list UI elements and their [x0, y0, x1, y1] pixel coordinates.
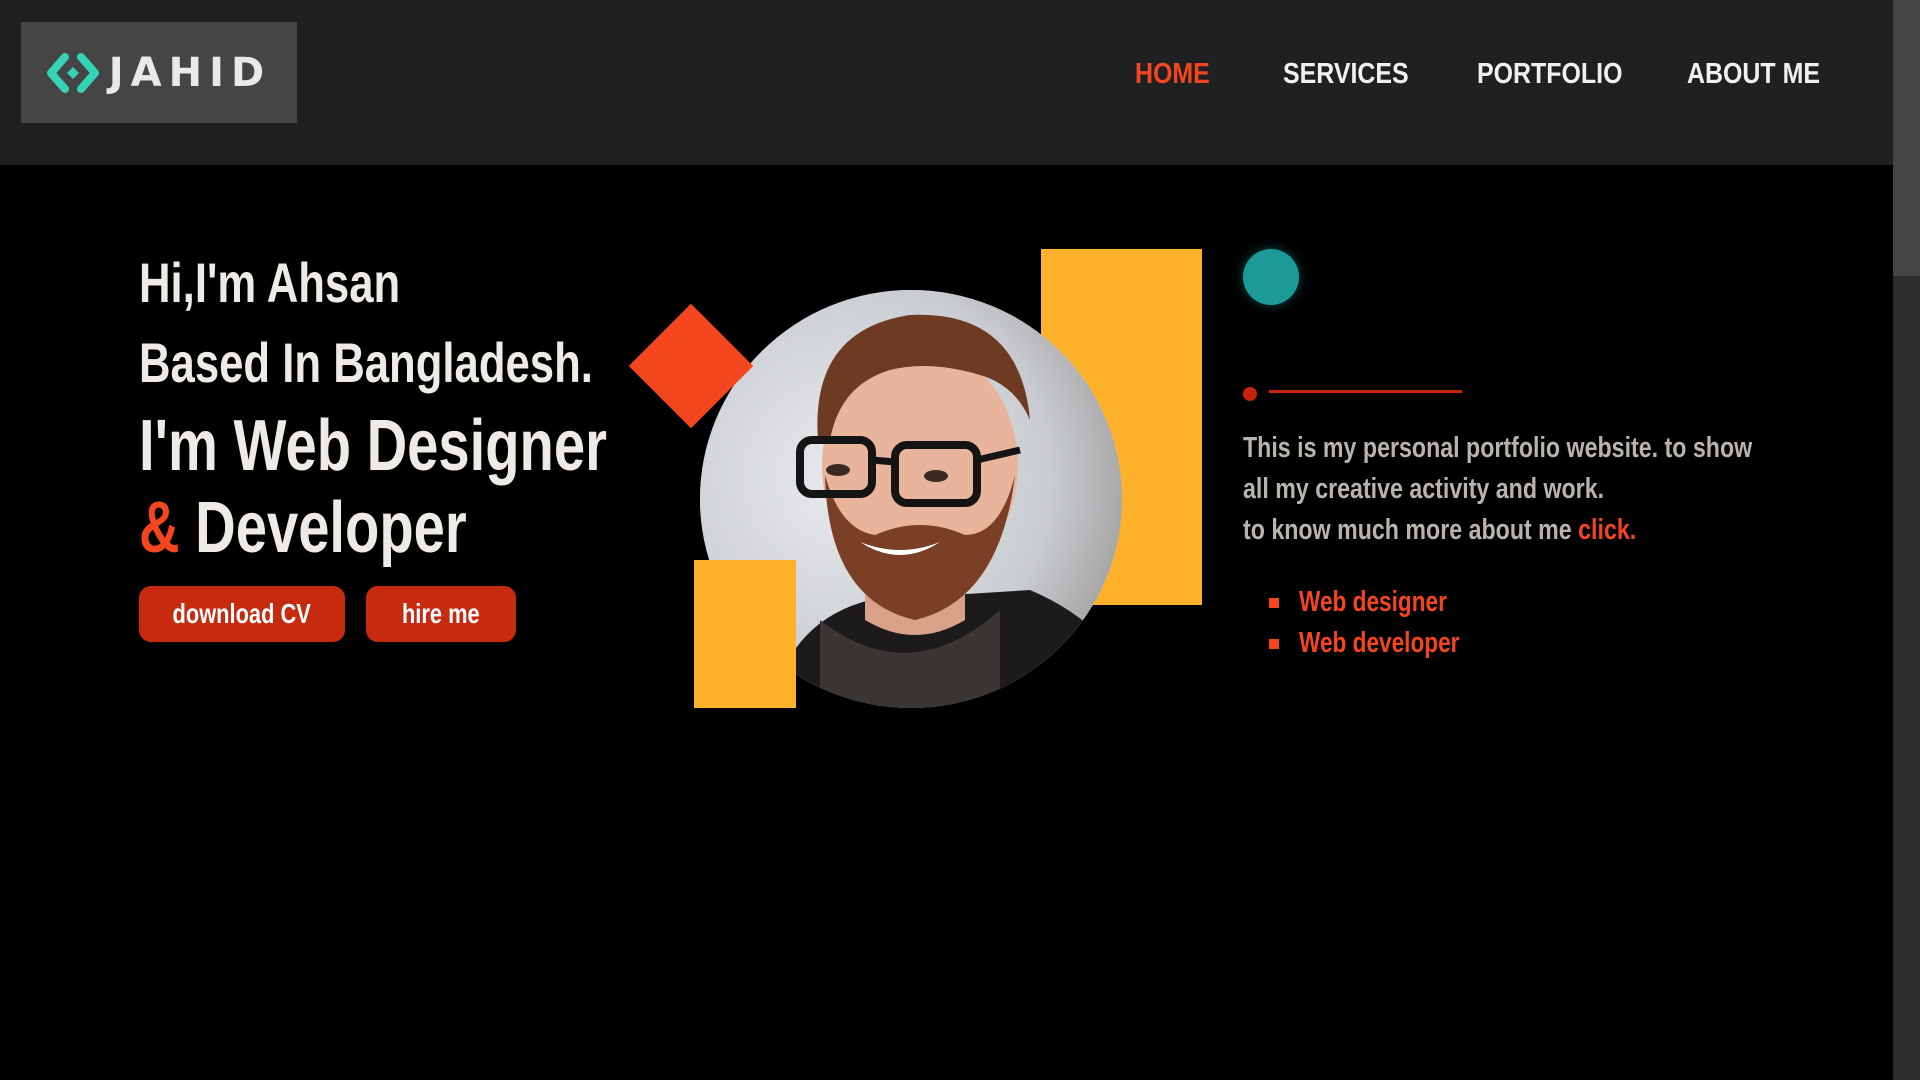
skill-label: Web designer: [1299, 586, 1447, 618]
nav-about-me[interactable]: ABOUT ME: [1687, 52, 1820, 96]
download-cv-label: download CV: [172, 598, 312, 629]
nav-services[interactable]: SERVICES: [1283, 52, 1409, 96]
intro-text: This is my personal portfolio website. t…: [1243, 428, 1803, 551]
hero-role-developer: Developer: [195, 488, 467, 568]
hire-me-label: hire me: [402, 598, 480, 629]
accent-dot: [1243, 387, 1257, 401]
intro-line-3: to know much more about me click.: [1243, 510, 1691, 551]
hero-greeting: Hi,I'm Ahsan: [139, 251, 401, 314]
accent-line: [1269, 390, 1462, 393]
scrollbar[interactable]: [1893, 0, 1920, 1080]
hero-heading: Hi,I'm Ahsan Based In Bangladesh. I'm We…: [139, 245, 739, 569]
logo-text: JAHID: [108, 49, 272, 96]
hire-me-button[interactable]: hire me: [366, 586, 516, 642]
nav-portfolio[interactable]: PORTFOLIO: [1477, 52, 1622, 96]
ampersand: &: [139, 488, 180, 568]
list-item: Web developer: [1269, 623, 1505, 664]
bullet-square: [1269, 597, 1279, 608]
intro-line-1: This is my personal portfolio website. t…: [1243, 432, 1753, 464]
yellow-rectangle-small: [694, 560, 796, 708]
scrollbar-thumb[interactable]: [1893, 0, 1920, 276]
skills-list: Web designer Web developer: [1269, 582, 1505, 664]
hero-role-line2: & Developer: [139, 487, 607, 569]
bullet-square: [1269, 638, 1279, 649]
hero-role-line1: I'm Web Designer: [139, 406, 607, 486]
nav-home[interactable]: HOME: [1135, 52, 1210, 96]
intro-line-2: all my creative activity and work.: [1243, 473, 1605, 505]
hero-buttons: download CV hire me: [139, 586, 516, 642]
click-link[interactable]: click.: [1578, 514, 1636, 546]
code-brackets-icon: [46, 52, 99, 93]
hero-location: Based In Bangladesh.: [139, 331, 593, 394]
page: JAHID HOME SERVICES PORTFOLIO ABOUT ME H…: [0, 0, 1920, 1080]
teal-circle: [1243, 249, 1299, 305]
site-header: JAHID HOME SERVICES PORTFOLIO ABOUT ME: [0, 0, 1893, 165]
download-cv-button[interactable]: download CV: [139, 586, 345, 642]
skill-label: Web developer: [1299, 627, 1460, 659]
list-item: Web designer: [1269, 582, 1505, 623]
logo[interactable]: JAHID: [21, 22, 297, 123]
intro-line-3-text: to know much more about me: [1243, 514, 1572, 546]
